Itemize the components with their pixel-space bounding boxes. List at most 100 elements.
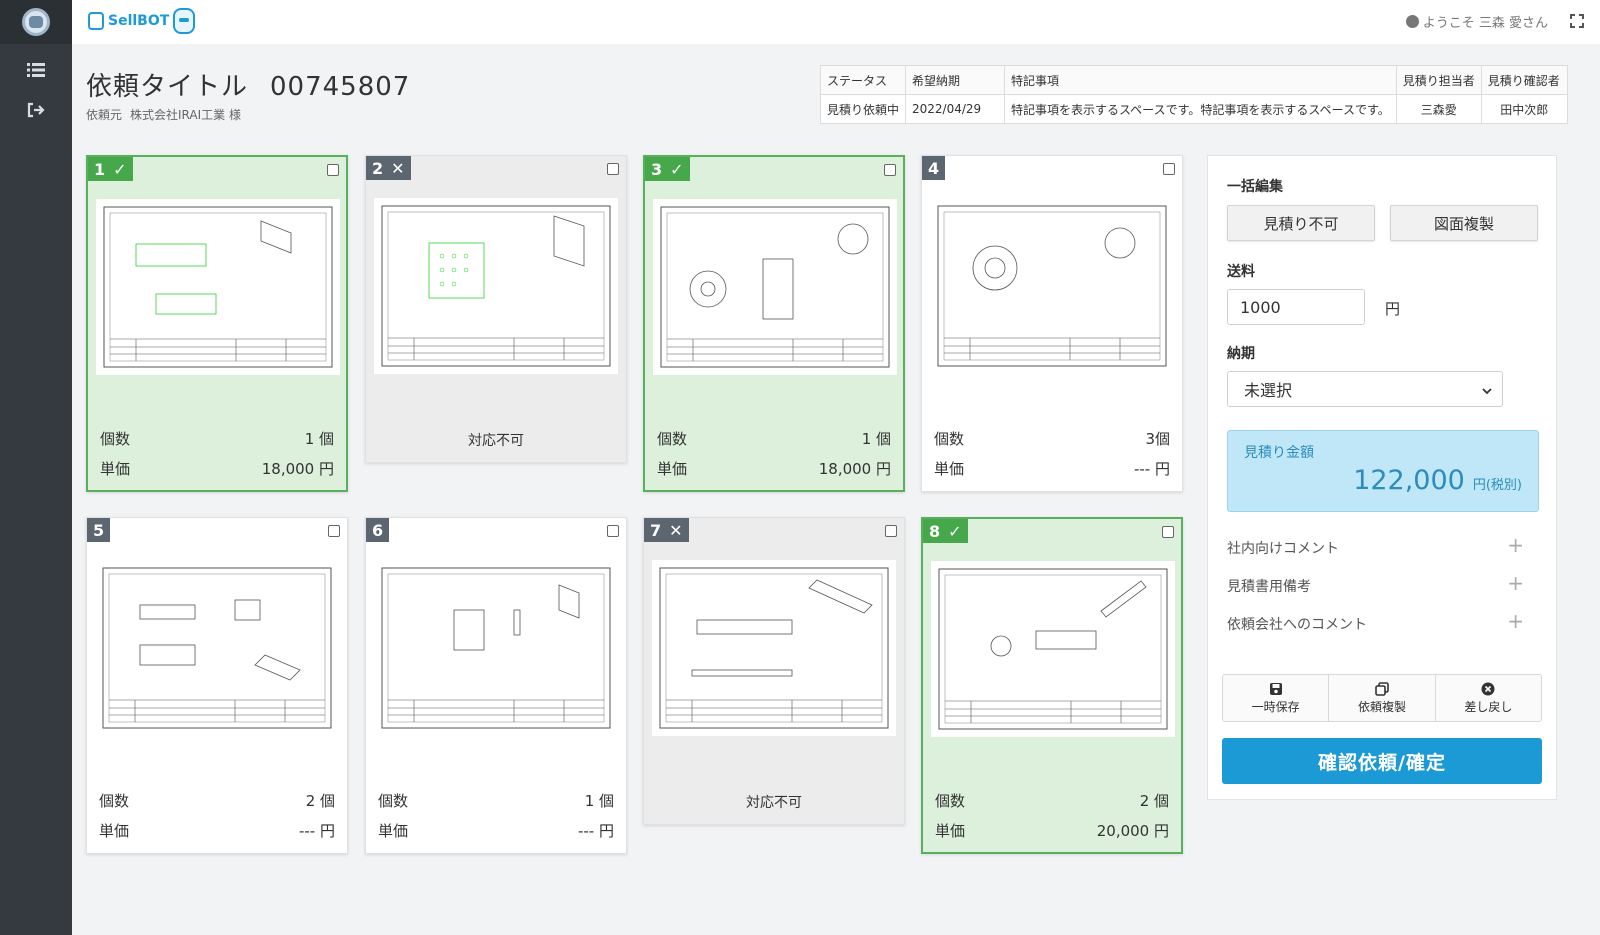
drawing-thumbnail[interactable] [653, 199, 897, 375]
top-bar: SellBOT ようこそ 三森 愛さん [72, 0, 1600, 44]
unit-price-label: 単価 [99, 822, 130, 840]
drawing-thumbnail[interactable] [374, 560, 618, 736]
send-back-button[interactable]: 差し戻し [1434, 675, 1541, 721]
mark-unavailable-button[interactable]: 見積り不可 [1227, 205, 1375, 241]
quantity-value: 1 個 [584, 792, 614, 810]
delivery-heading: 納期 [1227, 346, 1255, 362]
card-select-checkbox[interactable] [1163, 163, 1175, 175]
drawing-thumbnail[interactable] [652, 560, 896, 736]
logout-icon[interactable] [0, 90, 72, 130]
drawing-card[interactable]: 4 個数 3個 単価 --- 円 [921, 155, 1183, 492]
header-estimator: 見積り担当者 [1395, 65, 1482, 95]
plus-icon[interactable]: + [1507, 573, 1524, 596]
delivery-select[interactable]: 未選択 [1227, 371, 1503, 407]
header-delivery: 希望納期 [905, 65, 1006, 95]
quote-total-box: 見積り金額 122,000 円(税別) [1227, 430, 1539, 512]
card-number: 5 [93, 520, 105, 540]
info-header-row: ステータス 希望納期 特記事項 見積り担当者 見積り確認者 [819, 65, 1568, 95]
drawing-thumbnail[interactable] [931, 561, 1175, 737]
client-comment-row[interactable]: 依頼会社へのコメント + [1227, 611, 1524, 634]
quantity-row: 個数 1 個 [378, 790, 614, 811]
card-number: 1 [94, 159, 106, 179]
quantity-label: 個数 [657, 430, 688, 448]
copy-icon [1375, 681, 1389, 696]
quote-amount-value: 122,000 [1353, 465, 1465, 496]
unit-price-value: 18,000 円 [818, 460, 891, 478]
fullscreen-icon[interactable] [1570, 13, 1584, 32]
drawing-card[interactable]: 8 ✓ 個数 2 個単価 20,000 円 [921, 517, 1183, 854]
drawing-thumbnail[interactable] [95, 560, 339, 736]
title-label: 依頼タイトル [86, 72, 249, 102]
drawing-thumbnail[interactable] [930, 198, 1174, 374]
card-select-checkbox[interactable] [607, 163, 619, 175]
header-status: ステータス [819, 65, 907, 95]
plus-icon[interactable]: + [1507, 535, 1524, 558]
card-select-checkbox[interactable] [328, 525, 340, 537]
card-select-checkbox[interactable] [884, 164, 896, 176]
drawing-card[interactable]: 6 個数 1 個単価 --- 円 [365, 517, 627, 854]
confirm-request-button[interactable]: 確認依頼/確定 [1222, 738, 1542, 784]
value-delivery: 2022/04/29 [905, 94, 1006, 124]
quantity-row: 個数 3個 [934, 428, 1170, 449]
unit-price-row: 単価 18,000 円 [657, 458, 891, 479]
quote-note-row[interactable]: 見積書用備考 + [1227, 573, 1524, 596]
quantity-value: 1 個 [861, 430, 891, 448]
card-select-checkbox[interactable] [607, 525, 619, 537]
user-icon [1405, 15, 1419, 28]
drawing-card[interactable]: 2 ✕ 対応不可 [365, 155, 627, 463]
save-icon [1269, 682, 1282, 695]
close-icon: ✕ [669, 520, 683, 540]
unit-price-row: 単価 --- 円 [99, 820, 335, 841]
quote-amount: 122,000 円(税別) [1353, 465, 1522, 496]
drawing-card[interactable]: 7 ✕ 対応不可 [643, 517, 905, 825]
sidebar-logo[interactable] [0, 0, 72, 44]
drawing-card[interactable]: 1 ✓ 個数 1 個単価 18,000 円 [86, 155, 348, 492]
shipping-input[interactable]: 1000 [1227, 289, 1365, 325]
quantity-label: 個数 [100, 430, 131, 448]
quantity-label: 個数 [99, 792, 130, 810]
brand-logo[interactable]: SellBOT [88, 8, 196, 34]
drawing-card[interactable]: 3 ✓ 個数 1 個単価 18,000 円 [643, 155, 905, 492]
drawing-thumbnail[interactable] [96, 199, 340, 375]
unit-price-value: 20,000 円 [1096, 822, 1169, 840]
header-notes: 特記事項 [1004, 65, 1397, 95]
check-icon: ✓ [113, 159, 127, 179]
unit-price-value: --- 円 [577, 822, 614, 840]
close-icon: ✕ [391, 158, 405, 178]
title-number: 00745807 [270, 72, 411, 102]
copy-drawing-button[interactable]: 図面複製 [1390, 205, 1538, 241]
temp-save-button[interactable]: 一時保存 [1223, 675, 1328, 721]
card-number-badge: 8 ✓ [923, 519, 968, 543]
card-number: 6 [372, 520, 384, 540]
internal-comment-row[interactable]: 社内向けコメント + [1227, 535, 1524, 558]
unit-price-value: 18,000 円 [261, 460, 334, 478]
plus-icon[interactable]: + [1507, 611, 1524, 634]
delivery-selected-value: 未選択 [1244, 381, 1293, 400]
internal-comment-label: 社内向けコメント [1227, 541, 1339, 557]
unit-price-row: 単価 --- 円 [934, 458, 1170, 479]
shipping-unit: 円 [1385, 300, 1401, 318]
header-checker: 見積り確認者 [1480, 65, 1568, 95]
card-select-checkbox[interactable] [327, 164, 339, 176]
duplicate-request-button[interactable]: 依頼複製 [1328, 675, 1434, 721]
page-title: 依頼タイトル 00745807 [86, 66, 410, 103]
sidebar [0, 0, 72, 935]
card-select-checkbox[interactable] [885, 525, 897, 537]
value-notes: 特記事項を表示するスペースです。特記事項を表示するスペースです。 [1004, 94, 1397, 124]
unavailable-label: 対応不可 [746, 795, 802, 811]
request-info-table: ステータス 希望納期 特記事項 見積り担当者 見積り確認者 見積り依頼中 202… [819, 65, 1568, 124]
logo-icon [22, 8, 50, 36]
drawing-card[interactable]: 5 個数 2 個単価 --- 円 [86, 517, 348, 854]
card-number: 3 [651, 159, 663, 179]
action-button-group: 一時保存 依頼複製 差し戻し [1222, 674, 1542, 722]
card-select-checkbox[interactable] [1162, 526, 1174, 538]
check-icon: ✓ [670, 159, 684, 179]
unit-price-label: 単価 [657, 460, 688, 478]
drawing-thumbnail[interactable] [374, 198, 618, 374]
check-icon: ✓ [948, 521, 962, 541]
unit-price-label: 単価 [378, 822, 409, 840]
list-icon[interactable] [0, 50, 72, 90]
shipping-heading: 送料 [1227, 264, 1255, 280]
unit-price-row: 単価 18,000 円 [100, 458, 334, 479]
user-greeting[interactable]: ようこそ 三森 愛さん [1405, 12, 1548, 31]
